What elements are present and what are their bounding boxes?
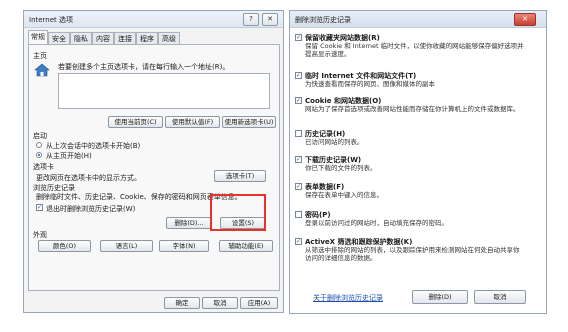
- home-hint: 若要创建多个主页选项卡，请在每行输入一个地址(R)。: [58, 63, 230, 71]
- download-history-checkbox[interactable]: ✓: [295, 156, 302, 163]
- tab-privacy[interactable]: 隐私: [70, 32, 92, 44]
- colors-button[interactable]: 颜色(O): [38, 240, 91, 252]
- use-default-button[interactable]: 使用默认值(F): [165, 116, 220, 128]
- home-group-label: 主页: [33, 52, 47, 60]
- delete-on-exit-checkbox[interactable]: ✓: [36, 204, 43, 211]
- delete-history-button[interactable]: 删除(D)...: [166, 217, 212, 229]
- passwords-desc: 登录以前访问过的网站时，自动填充保存的密码。: [305, 219, 448, 227]
- passwords-checkbox[interactable]: [295, 211, 302, 218]
- close-button[interactable]: ✕: [514, 13, 536, 26]
- tab-security[interactable]: 安全: [48, 32, 70, 44]
- tab-programs[interactable]: 程序: [136, 32, 158, 44]
- startup-last-session-label: 从上次会话中的选项卡开始(B): [46, 142, 141, 150]
- delete-button[interactable]: 删除(D): [412, 290, 468, 304]
- download-history-desc: 你已下载的文件的列表。: [305, 164, 377, 172]
- history-checkbox[interactable]: [295, 130, 302, 137]
- fonts-button[interactable]: 字体(N): [159, 240, 209, 252]
- home-icon: [34, 63, 50, 77]
- appearance-label: 外观: [33, 231, 47, 239]
- activex-filter-checkbox[interactable]: ✓: [295, 238, 302, 245]
- titlebar: Internet 选项 ? ✕: [24, 11, 283, 28]
- form-data-checkbox[interactable]: ✓: [295, 183, 302, 190]
- titlebar: 删除浏览历史记录 ✕: [290, 11, 546, 28]
- tabs-group-label: 选项卡: [33, 163, 54, 171]
- delete-browsing-history-dialog: 删除浏览历史记录 ✕ ✓ 保留收藏夹网站数据(R) 保留 Cookie 和 In…: [289, 10, 547, 314]
- history-desc: 已访问网站的列表。: [305, 138, 364, 146]
- tab-connections[interactable]: 连接: [114, 32, 136, 44]
- startup-home-radio[interactable]: [36, 152, 42, 158]
- ok-button[interactable]: 确定: [164, 297, 200, 309]
- close-button[interactable]: ✕: [262, 13, 278, 26]
- home-address-box[interactable]: [58, 73, 270, 109]
- delete-button-highlight: [210, 194, 266, 231]
- tab-general[interactable]: 常规: [28, 30, 48, 45]
- accessibility-button[interactable]: 辅助功能(E): [219, 240, 273, 252]
- about-delete-history-link[interactable]: 关于删除浏览历史记录: [313, 293, 383, 303]
- startup-last-session-radio[interactable]: [36, 142, 42, 148]
- use-current-button[interactable]: 使用当前页(C): [108, 116, 163, 128]
- cookies-checkbox[interactable]: ✓: [295, 97, 302, 104]
- temp-files-checkbox[interactable]: ✓: [295, 72, 302, 79]
- tab-content[interactable]: 内容: [92, 32, 114, 44]
- languages-button[interactable]: 语言(L): [100, 240, 153, 252]
- startup-label: 启动: [33, 132, 47, 140]
- tabs-hint: 更改网页在选项卡中的显示方式。: [36, 174, 141, 182]
- temp-files-desc: 为快速查看而保存的网页、图像和媒体的副本: [305, 80, 435, 88]
- window-title: 删除浏览历史记录: [295, 16, 351, 24]
- tab-advanced[interactable]: 高级: [158, 32, 180, 44]
- keep-favorites-desc: 保留 Cookie 和 Internet 临时文件，以使你收藏的网站能够保存偏好…: [305, 42, 524, 58]
- window-title: Internet 选项: [29, 16, 74, 24]
- help-button[interactable]: ?: [243, 13, 259, 26]
- delete-on-exit-label: 退出时删除浏览历史记录(W): [46, 205, 136, 213]
- keep-favorites-checkbox[interactable]: ✓: [295, 34, 302, 41]
- use-new-tab-button[interactable]: 使用新选项卡(U): [222, 116, 276, 128]
- cancel-button[interactable]: 取消: [474, 290, 526, 304]
- tabs-button[interactable]: 选项卡(T): [214, 170, 266, 182]
- cancel-button[interactable]: 取消: [202, 297, 238, 309]
- startup-home-label: 从主页开始(H): [46, 152, 92, 160]
- cookies-desc: 网站为了保存首选项或改善网站性能而存储在你计算机上的文件或数据库。: [305, 105, 520, 113]
- activex-filter-desc: 从筛选中排除的网站的列表，以及跟踪保护用来检测网站在何处自动共享你访问的详细信息…: [305, 246, 520, 262]
- form-data-desc: 保存在表单中键入的信息。: [305, 191, 383, 199]
- apply-button[interactable]: 应用(A): [240, 297, 278, 309]
- internet-options-dialog: Internet 选项 ? ✕ 常规 安全 隐私 内容 连接 程序 高级 主页 …: [23, 10, 284, 313]
